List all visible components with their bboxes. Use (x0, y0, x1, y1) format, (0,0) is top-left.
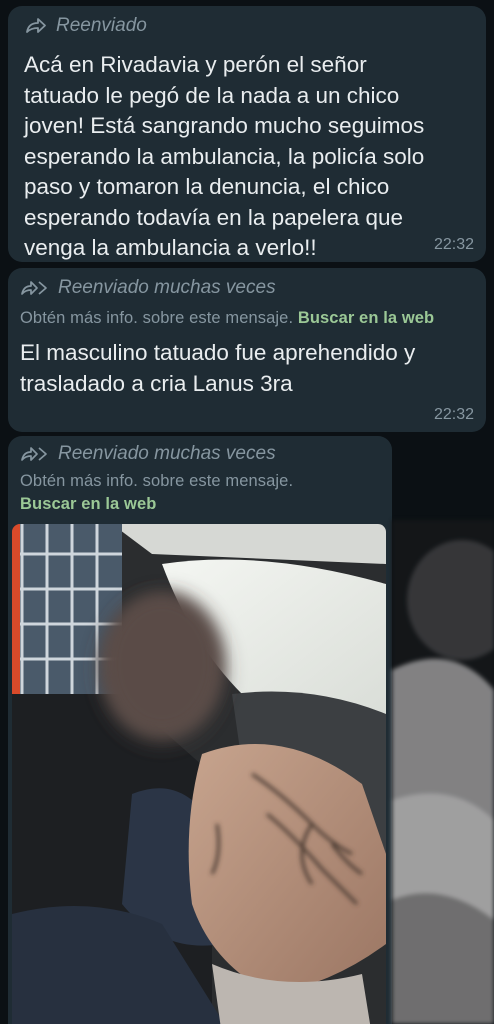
forwarded-text: Reenviado muchas veces (58, 443, 276, 464)
message-time: 22:32 (433, 406, 474, 423)
photo-image (12, 524, 386, 1024)
forward-many-icon (20, 445, 50, 463)
message-bubble[interactable]: Reenviado muchas veces Obtén más info. s… (8, 268, 486, 432)
forward-arrow-icon (24, 17, 48, 35)
forwarded-label: Reenviado (24, 14, 474, 38)
message-text: El masculino tatuado fue aprehendido y t… (20, 340, 416, 396)
search-web-link[interactable]: Buscar en la web (298, 309, 434, 327)
forwarded-text: Reenviado (56, 15, 147, 36)
forward-info: Obtén más info. sobre este mensaje. Busc… (20, 470, 392, 516)
forwarded-many-label: Reenviado muchas veces (20, 442, 392, 466)
chat-screen: Reenviado Acá en Rivadavia y perón el se… (0, 0, 494, 1024)
search-web-link[interactable]: Buscar en la web (20, 493, 392, 516)
forward-many-icon (20, 279, 50, 297)
message-text: Acá en Rivadavia y perón el señor tatuad… (24, 52, 425, 260)
message-bubble[interactable]: Reenviado muchas veces Obtén más info. s… (8, 436, 392, 1024)
message-bubble[interactable]: Reenviado Acá en Rivadavia y perón el se… (8, 6, 486, 262)
photo-reflection (392, 520, 494, 1024)
forward-info: Obtén más info. sobre este mensaje. Busc… (20, 307, 474, 330)
message-time: 22:32 (433, 236, 474, 253)
forwarded-text: Reenviado muchas veces (58, 277, 276, 298)
forwarded-many-label: Reenviado muchas veces (20, 276, 474, 300)
info-text: Obtén más info. sobre este mensaje. (20, 472, 294, 490)
message-photo[interactable] (12, 524, 386, 1024)
info-text: Obtén más info. sobre este mensaje. (20, 309, 294, 327)
